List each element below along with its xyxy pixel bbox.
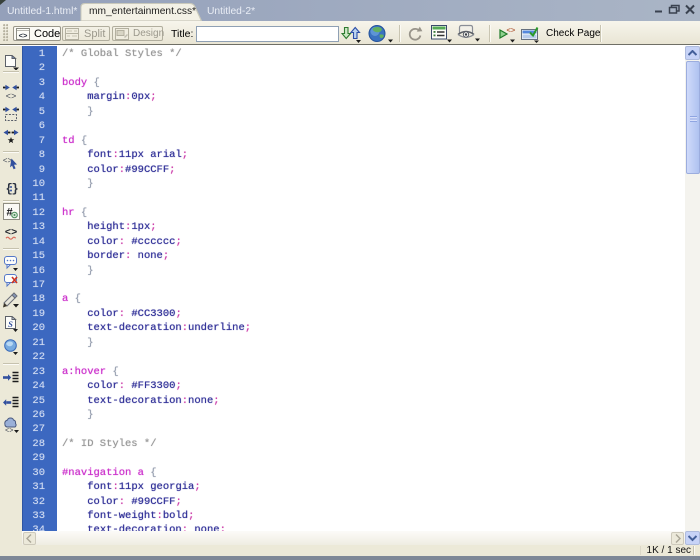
svg-text:}: } [12, 182, 19, 196]
svg-text:<>: <> [507, 26, 516, 35]
svg-text:<>: <> [19, 31, 28, 40]
svg-text:S: S [8, 319, 13, 329]
svg-text:#: # [6, 207, 12, 219]
svg-text:<>: <> [5, 428, 13, 435]
svg-text:<>: <> [6, 92, 17, 100]
